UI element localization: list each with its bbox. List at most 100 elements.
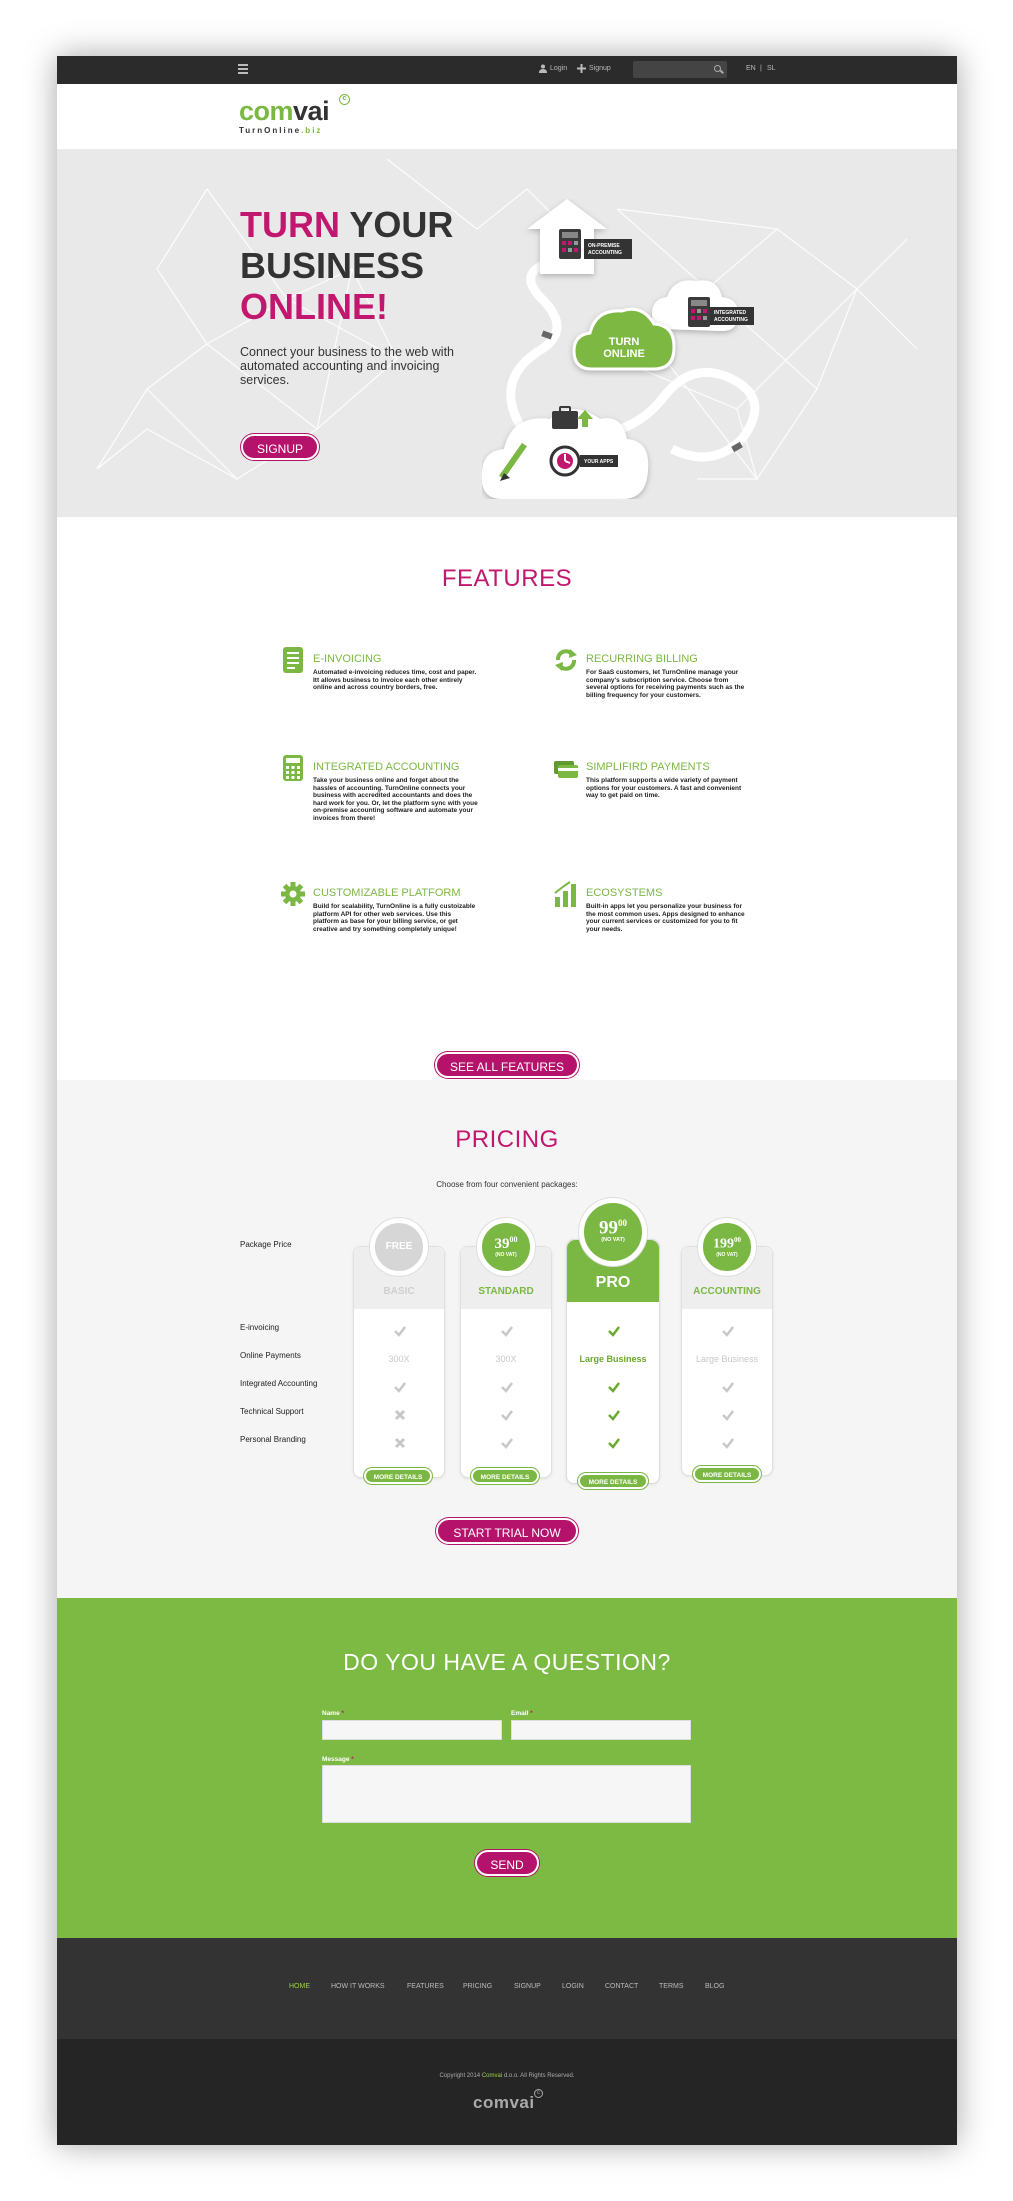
plus-icon <box>577 64 586 73</box>
footer-link-blog[interactable]: BLOG <box>705 1983 724 1990</box>
logo-word-b: vai <box>293 96 330 126</box>
search-input[interactable] <box>633 61 727 78</box>
online-payments-value: Large Business <box>695 1354 759 1364</box>
search-icon[interactable] <box>714 65 721 72</box>
more-details-button[interactable]: MORE DETAILS <box>693 1466 761 1482</box>
check-icon <box>501 1410 513 1421</box>
see-all-features-button[interactable]: SEE ALL FEATURES <box>435 1052 579 1078</box>
hero-subtitle: Connect your business to the web with au… <box>240 345 455 387</box>
row-label-online-payments: Online Payments <box>240 1351 301 1360</box>
check-icon <box>394 1382 406 1393</box>
calculator-icon <box>283 755 303 781</box>
more-details-button[interactable]: MORE DETAILS <box>471 1468 539 1484</box>
pricing-intro: Choose from four convenient packages: <box>436 1180 578 1189</box>
check-icon <box>722 1410 734 1421</box>
art-label-turn-online-1: TURN <box>609 336 640 348</box>
calculator-art-icon <box>559 229 581 259</box>
header: comvai TurnOnline.biz c <box>57 84 957 149</box>
page: Login Signup EN | SL comvai TurnOnline.b… <box>57 56 957 2145</box>
features-title: FEATURES <box>441 565 573 592</box>
footer-link-terms[interactable]: TERMS <box>659 1983 684 1990</box>
top-bar: Login Signup EN | SL <box>57 56 957 84</box>
price-dec: 00 <box>509 1235 518 1244</box>
logo-tagline-b: .biz <box>301 126 323 135</box>
plan-name: BASIC <box>383 1286 415 1297</box>
lang-sl[interactable]: SL <box>767 65 776 72</box>
feature-desc: Built-in apps let you personalize your b… <box>586 903 745 933</box>
check-icon <box>608 1438 620 1449</box>
footer-logo[interactable]: comvai <box>473 2093 535 2113</box>
check-icon <box>722 1326 734 1337</box>
price-int: 39 <box>494 1236 510 1252</box>
logo-tagline-a: TurnOnline <box>239 126 302 135</box>
price-dec: 00 <box>734 1236 741 1244</box>
logo-word-a: com <box>239 96 294 126</box>
pricing-section: PRICING Choose from four convenient pack… <box>57 1080 957 1598</box>
bar-chart-icon <box>554 881 576 907</box>
more-details-button[interactable]: MORE DETAILS <box>364 1468 432 1484</box>
art-label-integrated-1: INTEGRATED <box>714 310 747 316</box>
contact-title: DO YOU HAVE A QUESTION? <box>343 1649 671 1675</box>
feature-title: ECOSYSTEMS <box>586 887 663 899</box>
row-label-personal-branding: Personal Branding <box>240 1435 306 1444</box>
email-label: Email * <box>511 1710 533 1717</box>
feature-desc: Automated e-invoicing reduces time, cost… <box>313 669 477 691</box>
price-int: 199 <box>713 1236 734 1252</box>
hero-title-word2: YOUR <box>339 204 454 245</box>
signup-label: Signup <box>589 65 611 72</box>
plan-name: ACCOUNTING <box>693 1286 761 1297</box>
plan-basic: BASIC 300X <box>353 1246 445 1478</box>
online-payments-value: 300X <box>495 1354 517 1364</box>
footer-nav: HOME HOW IT WORKS FEATURES PRICING SIGNU… <box>57 1938 957 2039</box>
hamburger-menu-icon[interactable] <box>238 64 248 74</box>
login-link[interactable]: Login <box>539 64 567 73</box>
footer-link-home[interactable]: HOME <box>289 1983 310 1990</box>
art-label-turn-online-2: ONLINE <box>603 348 645 360</box>
footer-link-login[interactable]: LOGIN <box>562 1983 584 1990</box>
vat-note: (NO VAT) <box>495 1252 517 1258</box>
feature-desc: For SaaS customers, let TurnOnline manag… <box>586 669 745 699</box>
footer-link-pricing[interactable]: PRICING <box>463 1983 492 1990</box>
price-badge-accounting: 19900 (NO VAT) <box>698 1218 756 1276</box>
feature-title: INTEGRATED ACCOUNTING <box>313 761 460 773</box>
plan-standard: STANDARD 300X <box>460 1246 552 1478</box>
start-trial-button[interactable]: START TRIAL NOW <box>436 1518 578 1544</box>
plan-name: STANDARD <box>478 1286 534 1297</box>
lang-separator: | <box>760 65 762 72</box>
footer-link-signup[interactable]: SIGNUP <box>514 1983 541 1990</box>
send-button[interactable]: SEND <box>475 1850 539 1876</box>
check-icon <box>608 1410 620 1421</box>
row-label-technical-support: Technical Support <box>240 1407 304 1416</box>
name-field[interactable] <box>322 1720 502 1740</box>
hero-title-word1: TURN <box>240 204 340 245</box>
art-label-integrated-2: ACCOUNTING <box>714 317 748 323</box>
check-icon <box>501 1326 513 1337</box>
footer-link-contact[interactable]: CONTACT <box>605 1983 638 1990</box>
vat-note: (NO VAT) <box>716 1251 738 1258</box>
row-label-package-price: Package Price <box>240 1240 292 1249</box>
logo-copyright-mark: c <box>339 94 350 105</box>
copyright-text: Copyright 2014 Comvai d.o.o. All Rights … <box>439 2073 575 2079</box>
email-field[interactable] <box>511 1720 691 1740</box>
logo[interactable]: comvai TurnOnline.biz c <box>239 94 350 135</box>
refresh-icon <box>555 649 577 671</box>
price-badge-basic: FREE <box>370 1218 428 1276</box>
check-icon <box>608 1326 620 1337</box>
online-payments-value: 300X <box>388 1354 410 1364</box>
hero-title-line2: BUSINESS <box>240 245 425 286</box>
art-label-on-premise-1: ON-PREMISE <box>588 243 620 249</box>
lang-en[interactable]: EN <box>746 65 756 72</box>
cross-icon <box>394 1409 406 1421</box>
more-details-button[interactable]: MORE DETAILS <box>578 1473 648 1489</box>
document-icon <box>283 647 303 673</box>
footer-link-features[interactable]: FEATURES <box>407 1983 444 1990</box>
message-field[interactable] <box>322 1765 691 1823</box>
check-icon <box>501 1438 513 1449</box>
signup-link[interactable]: Signup <box>577 64 611 73</box>
credit-card-icon <box>554 761 578 778</box>
footer-link-how-it-works[interactable]: HOW IT WORKS <box>331 1983 385 1990</box>
hero-signup-button[interactable]: SIGNUP <box>241 434 319 460</box>
check-icon <box>394 1326 406 1337</box>
hero-title-line3: ONLINE! <box>240 286 388 327</box>
login-label: Login <box>550 65 568 72</box>
